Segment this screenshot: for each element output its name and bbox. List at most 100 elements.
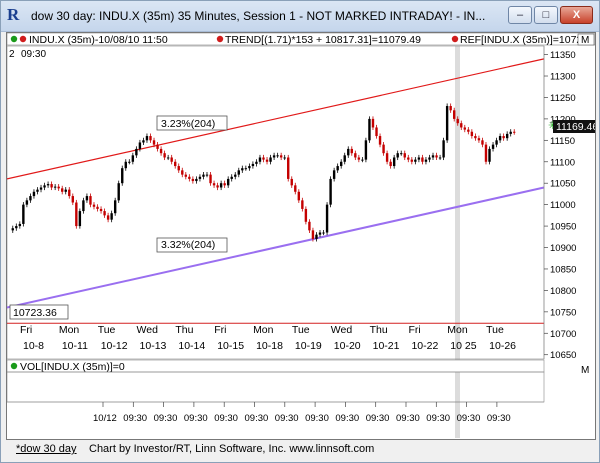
candle [43, 182, 46, 191]
candle [191, 176, 195, 184]
candle [32, 189, 36, 199]
candle-body [15, 226, 18, 229]
candle-body [477, 138, 481, 141]
price-tick-label: 10900 [550, 243, 576, 254]
candle-body [149, 136, 152, 141]
candle-body [103, 211, 106, 216]
candle-body [135, 148, 138, 156]
candle-body [124, 161, 127, 169]
price-chart[interactable]: INDU.X (35m)-10/08/10 11:50 TREND[(1.71)… [6, 32, 598, 439]
candle-body [424, 159, 428, 162]
chart-area[interactable]: INDU.X (35m)-10/08/10 11:50 TREND[(1.71)… [6, 32, 598, 440]
candle-body [226, 178, 230, 186]
candle [121, 165, 124, 186]
session-band [455, 46, 460, 438]
candle-body [50, 184, 53, 188]
time-tick-label: 09:30 [275, 413, 299, 424]
candle-body [488, 148, 491, 162]
candle [219, 180, 223, 191]
day-label: Tue [486, 324, 504, 336]
candle-body [297, 191, 301, 201]
app-logo-icon: R [7, 5, 20, 24]
candle [287, 154, 290, 182]
candle [61, 185, 64, 195]
candle [290, 176, 293, 188]
candle-body [294, 185, 297, 192]
candle [110, 210, 113, 223]
date-label: 10-26 [489, 340, 516, 352]
day-label: Fri [408, 324, 420, 336]
candle [36, 187, 39, 195]
candle-body [505, 133, 509, 139]
candle [71, 193, 75, 206]
title-bar[interactable]: R dow 30 day: INDU.X (35m) 35 Minutes, S… [1, 1, 599, 32]
candle [318, 229, 322, 238]
time-tick-label: 09:30 [335, 413, 359, 424]
candle-body [198, 176, 202, 179]
candle [513, 129, 516, 135]
candle-body [304, 208, 308, 222]
candle-body [29, 196, 32, 201]
candle [396, 150, 399, 161]
symbol-label: INDU.X (35m)-10/08/10 11:50 [29, 34, 168, 46]
ref-label: REF[INDU.X (35m)]=1072 [460, 34, 582, 46]
maximize-button[interactable]: □ [534, 6, 558, 24]
candle-body [325, 204, 329, 233]
candle-body [474, 136, 477, 139]
candle-body [452, 110, 456, 119]
candle-body [371, 118, 375, 128]
lower-channel-label: 3.32%(204) [161, 239, 215, 251]
candle [371, 116, 375, 131]
time-tick-label: 09:30 [214, 413, 238, 424]
candle [343, 152, 346, 165]
candle [184, 172, 188, 180]
candle-body [332, 170, 336, 179]
candle [234, 172, 237, 180]
price-tick-label: 11150 [550, 136, 575, 147]
candle [484, 142, 488, 165]
minimize-button[interactable]: – [508, 6, 532, 24]
candle-body [251, 163, 255, 167]
candle [301, 197, 304, 212]
candle [230, 174, 233, 182]
close-icon: X [572, 9, 581, 21]
candle [389, 159, 392, 169]
price-tick-label: 11050 [550, 179, 576, 190]
candle-body [410, 159, 414, 162]
candle [135, 146, 138, 158]
candle [99, 206, 103, 214]
candle [241, 165, 244, 173]
candle-body [389, 161, 392, 167]
candle-body [350, 148, 353, 154]
candle [202, 172, 205, 180]
date-label: 10-19 [295, 340, 322, 352]
candle-body [71, 196, 75, 203]
candle [198, 174, 202, 182]
candle [509, 129, 512, 137]
upper-trend-line [6, 58, 545, 180]
date-label: 10-12 [101, 340, 128, 352]
close-button[interactable]: X [560, 6, 593, 24]
candle-body [131, 155, 135, 162]
candle-body [403, 153, 406, 158]
candle [491, 142, 495, 152]
volume-collapse-button[interactable]: M [581, 365, 589, 376]
candle-body [121, 168, 124, 184]
candle [149, 133, 152, 143]
candle [181, 167, 184, 178]
candle [255, 159, 258, 167]
candle-body [357, 157, 361, 160]
candle-body [128, 161, 131, 163]
candle [53, 184, 57, 191]
candle [78, 208, 82, 229]
candle-body [382, 144, 385, 154]
candle-body [195, 178, 198, 182]
candle-body [378, 136, 382, 145]
chart-link[interactable]: *dow 30 day [16, 443, 77, 455]
candle [92, 202, 96, 210]
price-badge: 11169.46 [556, 121, 595, 133]
candle-body [75, 202, 78, 227]
header-collapse-button[interactable]: M [581, 35, 589, 46]
candle [315, 232, 318, 242]
candle [428, 154, 431, 163]
